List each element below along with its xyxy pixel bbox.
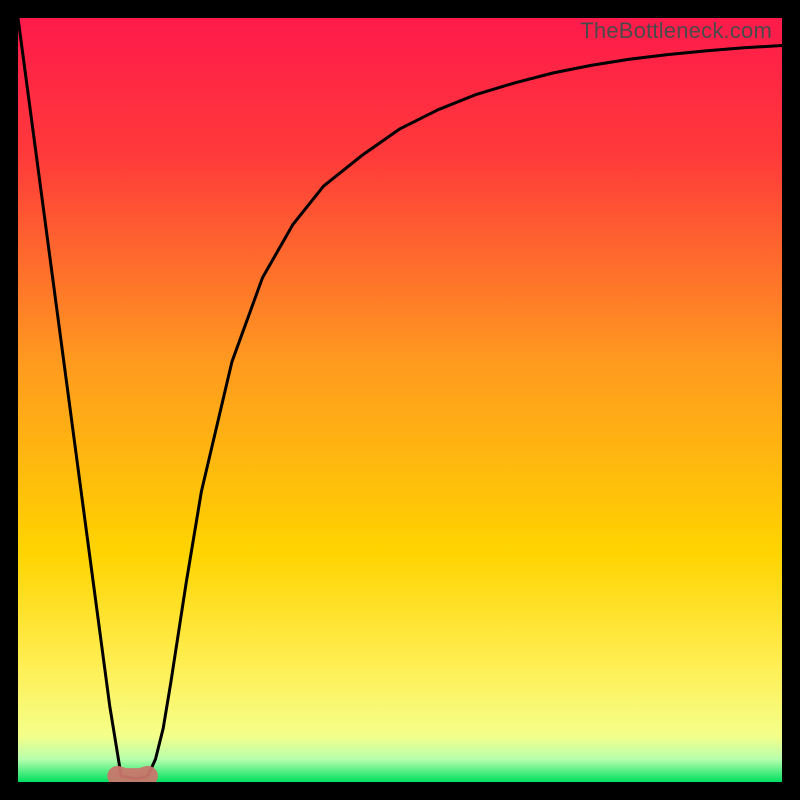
dip-marker [117,776,148,778]
watermark-text: TheBottleneck.com [580,18,772,44]
curve-layer [18,18,782,782]
chart-container: TheBottleneck.com [0,0,800,800]
bottleneck-curve [18,18,782,778]
plot-area: TheBottleneck.com [18,18,782,782]
